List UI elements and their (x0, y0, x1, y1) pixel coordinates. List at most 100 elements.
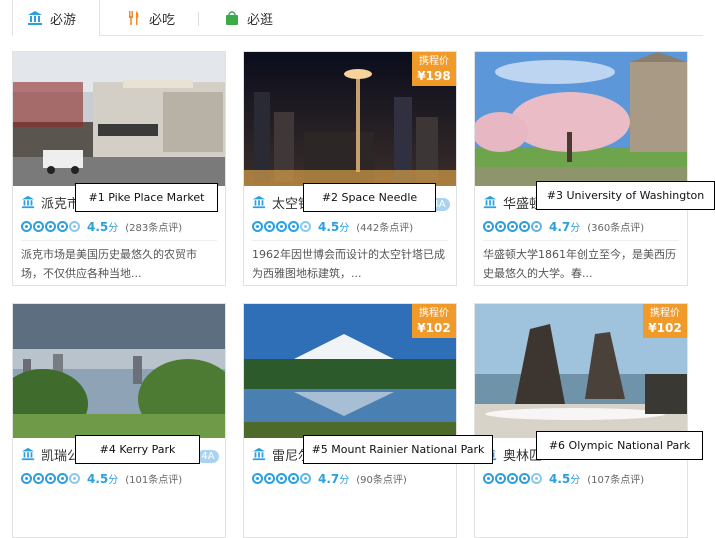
review-count[interactable]: (360条点评) (587, 219, 644, 234)
attraction-description: 华盛顿大学1861年创立至今，是美西历史最悠久的大学。春... (483, 248, 676, 280)
attraction-description: 1962年因世博会而设计的太空针塔已成为西雅图地标建筑，... (252, 248, 445, 280)
rating-dot-icon (300, 220, 311, 232)
price-tag[interactable]: 携程价 ¥102 (412, 304, 456, 338)
rating-dot-icon (252, 472, 263, 484)
rating-score: 4.5分 (549, 471, 581, 486)
attraction-photo[interactable] (13, 52, 225, 186)
rating-dot-icon (252, 220, 263, 232)
card-divider (483, 240, 679, 241)
rating-dot-icon (33, 220, 44, 232)
attraction-card[interactable]: 携程价 ¥198 太空针 4A 4.5分 (442条点评) 1962年因世博会而… (243, 51, 457, 286)
attraction-photo[interactable]: 携程价 ¥102 (475, 304, 687, 438)
attraction-photo[interactable] (475, 52, 687, 186)
shopping-bag-icon (226, 11, 238, 25)
price-label: 携程价 (419, 56, 449, 67)
tab-label: 必逛 (247, 12, 274, 28)
tab-separator (198, 12, 199, 26)
rating-dot-icon (507, 220, 518, 232)
rating-dot-icon (531, 220, 542, 232)
rating-dot-icon (21, 472, 32, 484)
attraction-card[interactable]: 华盛顿 4.7分 (360条点评) 华盛顿大学1861年创立至今，是美西历史最悠… (474, 51, 688, 286)
attraction-card[interactable]: 派克市 4.5分 (283条点评) 派克市场是美国历史最悠久的农贸市场，不仅供应… (12, 51, 226, 286)
landmark-icon (252, 195, 266, 209)
rating-score: 4.5分 (87, 219, 119, 234)
tab-label: 必吃 (149, 12, 176, 28)
rating-score: 4.7分 (549, 219, 581, 234)
rating-dot-icon (57, 220, 68, 232)
attraction-card[interactable]: 凯瑞公 4A 4.5分 (101条点评) (12, 303, 226, 538)
rating-dot-icon (483, 220, 494, 232)
english-label: #2 Space Needle (303, 183, 436, 212)
rating-dot-icon (495, 472, 506, 484)
tab-label: 必游 (50, 12, 77, 28)
rating-dot-icon (45, 472, 56, 484)
rating-row: 4.7分 (360条点评) (483, 218, 644, 234)
english-label: #5 Mount Rainier National Park (303, 435, 493, 464)
rating-dot-icon (300, 472, 311, 484)
attraction-description: 派克市场是美国历史最悠久的农贸市场，不仅供应各种当地... (21, 248, 197, 280)
rating-dot-icon (519, 220, 530, 232)
card-divider (252, 240, 448, 241)
attraction-photo[interactable] (13, 304, 225, 438)
rating-row: 4.7分 (90条点评) (252, 470, 407, 486)
landmark-icon (21, 195, 35, 209)
rating-dot-icon (483, 472, 494, 484)
rating-dot-icon (69, 220, 80, 232)
rating-dot-icon (276, 472, 287, 484)
rating-dot-icon (21, 220, 32, 232)
rating-dot-icon (507, 472, 518, 484)
card-title-row: 派克市 (21, 192, 80, 212)
rating-row: 4.5分 (107条点评) (483, 470, 644, 486)
rating-dot-icon (33, 472, 44, 484)
rating-row: 4.5分 (283条点评) (21, 218, 182, 234)
rating-dot-icon (264, 472, 275, 484)
landmark-icon (28, 11, 42, 25)
review-count[interactable]: (90条点评) (356, 471, 407, 486)
rating-dot-icon (495, 220, 506, 232)
attraction-photo[interactable]: 携程价 ¥198 (244, 52, 456, 186)
rating-score: 4.5分 (318, 219, 350, 234)
rating-dot-icon (45, 220, 56, 232)
tab-must-eat[interactable]: 必吃 (126, 0, 175, 36)
english-label: #3 University of Washington (536, 181, 715, 210)
review-count[interactable]: (283条点评) (125, 219, 182, 234)
card-title-row: 凯瑞公 (21, 444, 80, 464)
card-title-row: 华盛顿 (483, 192, 542, 212)
grade-badge: 4A (197, 450, 219, 463)
rating-dot-icon (519, 472, 530, 484)
rating-dot-icon (264, 220, 275, 232)
price-value: ¥198 (417, 69, 451, 83)
review-count[interactable]: (107条点评) (587, 471, 644, 486)
attraction-card[interactable]: 携程价 ¥102 奥林匹 4.5分 (107条点评) (474, 303, 688, 538)
tab-underline (100, 35, 703, 36)
price-tag[interactable]: 携程价 ¥198 (412, 52, 456, 86)
rating-row: 4.5分 (442条点评) (252, 218, 413, 234)
landmark-icon (252, 447, 266, 461)
rating-score: 4.7分 (318, 471, 350, 486)
rating-row: 4.5分 (101条点评) (21, 470, 182, 486)
rating-dot-icon (288, 472, 299, 484)
rating-dot-icon (276, 220, 287, 232)
attraction-card[interactable]: 携程价 ¥102 雷尼尔 4.7分 (90条点评) (243, 303, 457, 538)
price-tag[interactable]: 携程价 ¥102 (643, 304, 687, 338)
tab-must-shop[interactable]: 必逛 (224, 0, 273, 36)
rating-dot-icon (531, 472, 542, 484)
english-label: #6 Olympic National Park (536, 431, 703, 460)
attraction-photo[interactable]: 携程价 ¥102 (244, 304, 456, 438)
review-count[interactable]: (442条点评) (356, 219, 413, 234)
landmark-icon (21, 447, 35, 461)
rating-score: 4.5分 (87, 471, 119, 486)
price-label: 携程价 (419, 308, 449, 319)
review-count[interactable]: (101条点评) (125, 471, 182, 486)
price-value: ¥102 (648, 321, 682, 335)
card-divider (21, 240, 217, 241)
rating-dot-icon (288, 220, 299, 232)
price-label: 携程价 (650, 308, 680, 319)
english-label: #1 Pike Place Market (75, 183, 218, 212)
price-value: ¥102 (417, 321, 451, 335)
landmark-icon (483, 195, 497, 209)
rating-dot-icon (69, 472, 80, 484)
fork-knife-icon (129, 11, 139, 25)
tab-must-visit[interactable]: 必游 (12, 0, 100, 37)
english-label: #4 Kerry Park (75, 435, 200, 464)
